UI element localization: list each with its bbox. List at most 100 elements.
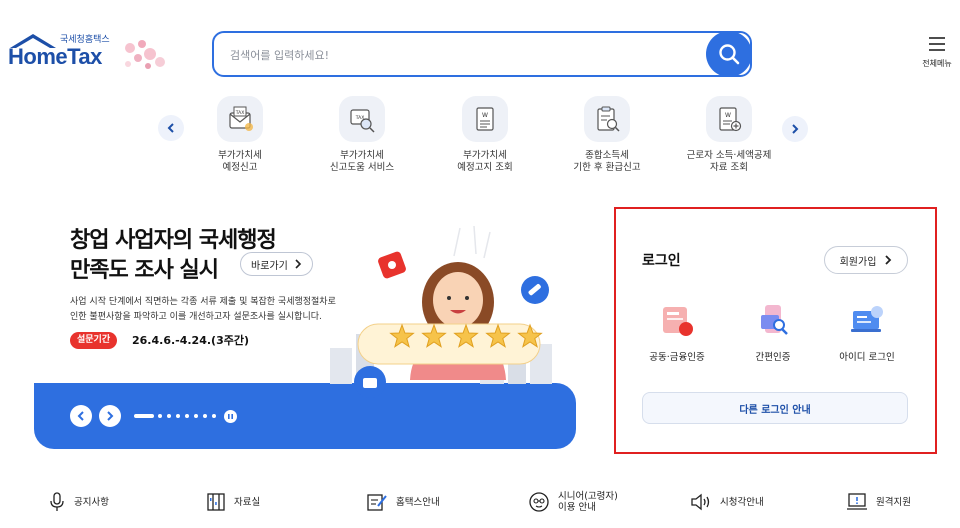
brand-name: HomeTax <box>8 44 102 69</box>
banner-prev-button[interactable] <box>70 405 92 427</box>
audiovisual-guide-link[interactable]: 시청각안내 <box>690 488 764 516</box>
svg-text:W: W <box>482 112 488 119</box>
quick-service-label: 예정신고 <box>222 162 258 173</box>
banner-page-dot[interactable] <box>212 414 216 418</box>
tax-envelope-icon: TAX <box>217 96 263 142</box>
survey-woman-illustration <box>354 225 549 398</box>
svg-text:TAX: TAX <box>235 110 245 116</box>
banner-page-dot[interactable] <box>185 414 189 418</box>
quick-service-label: 종합소득세 <box>585 150 629 161</box>
star-rating <box>389 323 543 348</box>
bottom-link-label: 이용 안내 <box>558 502 596 513</box>
quick-service-vat-preliminary[interactable]: TAX 부가가치세 예정신고 <box>185 96 295 174</box>
chevron-right-icon <box>107 411 114 421</box>
bottom-link-label: 원격지원 <box>876 496 911 508</box>
search-icon <box>719 44 740 65</box>
star-icon <box>389 323 415 348</box>
all-menu-label: 전체메뉴 <box>922 59 952 68</box>
chevron-right-icon <box>792 124 799 134</box>
quick-service-label: 예정고지 조회 <box>457 162 513 173</box>
bottom-link-label: 시니어(고령자) <box>558 491 618 502</box>
chevron-right-icon <box>885 255 892 265</box>
quick-service-label: 부가가치세 <box>218 150 262 161</box>
banner-page-dot[interactable] <box>203 414 207 418</box>
banner-next-button[interactable] <box>99 405 121 427</box>
banner-page-dot[interactable] <box>158 414 162 418</box>
other-login-guide-button[interactable]: 다른 로그인 안내 <box>642 392 908 424</box>
star-icon <box>517 323 543 348</box>
quick-service-worker-deduction[interactable]: W 근로자 소득·세액공제 자료 조회 <box>674 96 784 174</box>
search-button[interactable] <box>706 31 752 77</box>
certificate-login-button[interactable]: 공동·금융인증 <box>632 301 722 363</box>
hometax-guide-link[interactable]: 홈택스안내 <box>366 488 440 516</box>
id-login-button[interactable]: 아이디 로그인 <box>822 301 912 363</box>
signup-button[interactable]: 회원가입 <box>824 246 908 274</box>
hamburger-icon <box>929 37 945 51</box>
quick-service-income-tax-refund[interactable]: 종합소득세 기한 후 환급신고 <box>552 96 662 174</box>
search-bar <box>212 31 752 77</box>
star-icon <box>485 323 511 348</box>
quick-service-label: 기한 후 환급신고 <box>573 162 641 173</box>
clipboard-search-icon <box>584 96 630 142</box>
banner-progress-active <box>134 414 154 418</box>
chevron-right-icon <box>295 259 301 269</box>
senior-guide-link[interactable]: 시니어(고령자) 이용 안내 <box>528 488 618 516</box>
login-title: 로그인 <box>642 253 681 269</box>
folder-icon <box>207 493 225 511</box>
chevron-left-icon <box>77 411 84 421</box>
hometax-logo[interactable]: 국세청홈택스 HomeTax <box>8 30 173 80</box>
quick-service-label: 부가가치세 <box>463 150 507 161</box>
id-login-icon <box>844 301 890 341</box>
speaker-icon <box>691 493 710 511</box>
senior-icon <box>529 492 549 512</box>
svg-text:W: W <box>725 112 731 119</box>
cherry-blossom-icon <box>125 40 165 69</box>
shortcut-label: 바로가기 <box>251 260 288 272</box>
mobile-auth-icon <box>750 301 796 341</box>
quick-services-next-button[interactable] <box>782 116 808 142</box>
login-panel: 로그인 회원가입 공동·금융인증 간편인증 아이디 로그인 다른 로그인 안내 <box>614 207 937 454</box>
banner-pause-button[interactable] <box>224 410 237 423</box>
banner-description-line1: 사업 시작 단계에서 직면하는 각종 서류 제출 및 복잡한 국세행정절차로 <box>70 297 336 307</box>
quick-service-label: 자료 조회 <box>710 162 748 173</box>
bottom-link-label: 시청각안내 <box>720 496 764 508</box>
remote-support-icon <box>847 493 867 510</box>
bottom-link-label: 홈택스안내 <box>396 496 440 508</box>
survey-period-text: 26.4.6.-4.24.(3주간) <box>132 334 249 347</box>
tax-search-icon: TAX <box>339 96 385 142</box>
bottom-link-label: 공지사항 <box>74 496 109 508</box>
quick-service-label: 근로자 소득·세액공제 <box>686 150 772 161</box>
search-input[interactable] <box>230 45 700 65</box>
login-method-label: 간편인증 <box>755 352 791 363</box>
banner-page-dot[interactable] <box>194 414 198 418</box>
quick-services-prev-button[interactable] <box>158 115 184 141</box>
bottom-link-label: 자료실 <box>234 496 261 508</box>
simple-auth-login-button[interactable]: 간편인증 <box>728 301 818 363</box>
banner-page-dot[interactable] <box>176 414 180 418</box>
banner-title-line2: 만족도 조사 실시 <box>70 258 219 283</box>
star-icon <box>453 323 479 348</box>
banner-title-line1: 창업 사업자의 국세행정 <box>70 228 277 253</box>
banner-page-dot[interactable] <box>167 414 171 418</box>
quick-service-label: 신고도움 서비스 <box>329 162 395 173</box>
microphone-icon <box>50 492 64 511</box>
all-menu-button[interactable]: 전체메뉴 <box>918 36 956 76</box>
signup-label: 회원가입 <box>839 256 877 268</box>
quick-service-vat-help[interactable]: TAX 부가가치세 신고도움 서비스 <box>307 96 417 174</box>
banner-description-line2: 인한 불편사항을 파악하고 이를 개선하고자 설문조사를 실시합니다. <box>70 312 322 322</box>
chevron-left-icon <box>167 123 174 133</box>
notice-link[interactable]: 공지사항 <box>48 488 109 516</box>
archive-link[interactable]: 자료실 <box>206 488 260 516</box>
banner-shortcut-button[interactable]: 바로가기 <box>240 252 313 276</box>
won-document-icon: W <box>462 96 508 142</box>
won-document-plus-icon: W <box>706 96 752 142</box>
login-method-label: 아이디 로그인 <box>839 352 895 363</box>
remote-support-link[interactable]: 원격지원 <box>846 488 911 516</box>
quick-service-vat-notice[interactable]: W 부가가치세 예정고지 조회 <box>430 96 540 174</box>
certificate-icon <box>654 301 700 341</box>
survey-period-badge: 설문기간 <box>70 332 118 349</box>
quick-service-label: 부가가치세 <box>340 150 384 161</box>
star-icon <box>421 323 447 348</box>
guide-pen-icon <box>367 494 387 511</box>
pause-icon <box>228 414 233 419</box>
